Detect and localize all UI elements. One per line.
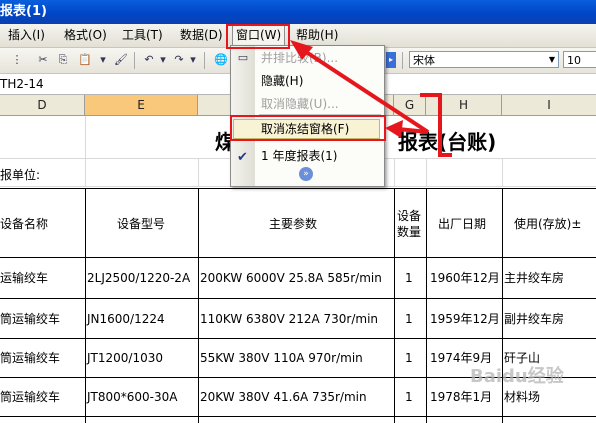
unit-label: 报单位: — [0, 168, 41, 182]
paste-dropdown-icon[interactable]: ▾ — [96, 53, 110, 67]
row-3-qty: 1 — [405, 351, 413, 365]
header-qty-line1: 设备 — [397, 209, 422, 223]
table-border — [0, 338, 596, 339]
gridline — [85, 116, 86, 158]
row-4-params: 20KW 380V 41.6A 735r/min — [200, 390, 367, 404]
toolbar-separator — [134, 52, 135, 69]
row-4-qty: 1 — [405, 390, 413, 404]
table-border — [0, 188, 596, 189]
paste-icon[interactable]: 📋 — [78, 53, 92, 67]
toolbar-separator — [402, 52, 403, 69]
row-1-model: 2LJ2500/1220-2A — [87, 271, 191, 285]
row-3-name: 筒运输绞车 — [0, 351, 61, 365]
row-4-date: 1978年1月 — [430, 390, 493, 404]
gridline — [426, 158, 427, 186]
table-border — [0, 298, 596, 299]
window-title: 报表(1) — [0, 0, 596, 24]
table-border — [0, 416, 596, 417]
menu-insert[interactable]: 插入(I) — [5, 27, 48, 44]
column-header-h[interactable]: H — [426, 95, 502, 115]
table-border — [198, 188, 199, 423]
name-box[interactable]: TH2-14 — [0, 77, 44, 91]
font-name-select[interactable]: 宋体 ▼ — [409, 51, 559, 68]
row-2-qty: 1 — [405, 312, 413, 326]
hyperlink-icon[interactable]: 🌐 — [214, 53, 228, 67]
column-header-e[interactable]: E — [85, 95, 198, 115]
gridline — [394, 158, 395, 186]
chevron-down-icon[interactable]: ▼ — [546, 52, 558, 67]
watermark: Baidu经验 — [470, 366, 564, 387]
column-header-d[interactable]: D — [0, 95, 85, 115]
undo-icon[interactable]: ↶ — [142, 53, 156, 67]
copy-icon[interactable]: ⎘ — [56, 53, 70, 67]
row-2-params: 110KW 6380V 212A 730r/min — [200, 312, 379, 326]
row-1-date: 1960年12月 — [430, 271, 500, 285]
row-1-use: 主井绞车房 — [504, 271, 565, 285]
redo-icon[interactable]: ↷ — [172, 53, 186, 67]
row-3-params: 55KW 380V 110A 970r/min — [200, 351, 363, 365]
toolbar-options-icon[interactable]: ▸ — [386, 52, 396, 68]
row-1-qty: 1 — [405, 271, 413, 285]
row-2-use: 副井绞车房 — [504, 312, 565, 326]
checkmark-icon: ✔ — [237, 150, 248, 165]
header-name: 设备名称 — [0, 217, 49, 231]
menu-item-compare[interactable]: 并排比较(B)... — [261, 49, 338, 67]
double-chevron-down-icon[interactable]: » — [299, 167, 313, 181]
format-painter-icon[interactable]: 🖌 — [114, 53, 128, 67]
menu-help[interactable]: 帮助(H) — [293, 27, 341, 44]
sheet-title-right: 报表(台账) — [398, 130, 497, 154]
row-2-name: 筒运输绞车 — [0, 312, 61, 326]
row-2-model: JN1600/1224 — [87, 312, 165, 326]
header-model: 设备型号 — [117, 217, 166, 231]
annotation-box-unfreeze — [230, 115, 386, 141]
table-border — [394, 188, 395, 423]
header-use: 使用(存放)± — [514, 217, 582, 231]
redo-dropdown-icon[interactable]: ▾ — [186, 53, 200, 67]
gridline — [502, 158, 503, 186]
row-4-model: JT800*600-30A — [87, 390, 178, 404]
menu-item-unhide[interactable]: 取消隐藏(U)... — [261, 95, 339, 113]
table-border — [426, 188, 427, 423]
menu-data[interactable]: 数据(D) — [177, 27, 226, 44]
table-border — [0, 257, 596, 258]
menu-format[interactable]: 格式(O) — [61, 27, 110, 44]
menu-item-workbook-1[interactable]: 1 年度报表(1) — [261, 147, 337, 165]
font-size-select[interactable]: 10 — [563, 51, 596, 68]
row-1-name: 运输绞车 — [0, 271, 49, 285]
undo-dropdown-icon[interactable]: ▾ — [156, 53, 170, 67]
row-4-use: 材料场 — [504, 390, 541, 404]
row-4-name: 筒运输绞车 — [0, 390, 61, 404]
toolbar-handle-icon: ⋮ — [11, 53, 23, 66]
header-qty-line2: 数量 — [397, 225, 422, 239]
row-3-model: JT1200/1030 — [87, 351, 163, 365]
gridline — [198, 158, 199, 186]
font-name-value: 宋体 — [413, 54, 435, 67]
header-date: 出厂日期 — [438, 217, 487, 231]
header-params: 主要参数 — [269, 217, 318, 231]
table-border — [85, 188, 86, 423]
font-size-value: 10 — [567, 54, 581, 67]
menu-tools[interactable]: 工具(T) — [119, 27, 166, 44]
column-header-i[interactable]: I — [502, 95, 596, 115]
compare-side-by-side-icon: ▭ — [237, 51, 249, 64]
column-header-g[interactable]: G — [394, 95, 426, 115]
annotation-box-window-menu — [226, 24, 290, 49]
cut-icon[interactable]: ✂ — [36, 53, 50, 67]
menu-item-hide[interactable]: 隐藏(H) — [261, 72, 303, 90]
gridline — [85, 158, 86, 186]
row-2-date: 1959年12月 — [430, 312, 500, 326]
row-1-params: 200KW 6000V 25.8A 585r/min — [200, 271, 382, 285]
toolbar-separator — [204, 52, 205, 69]
